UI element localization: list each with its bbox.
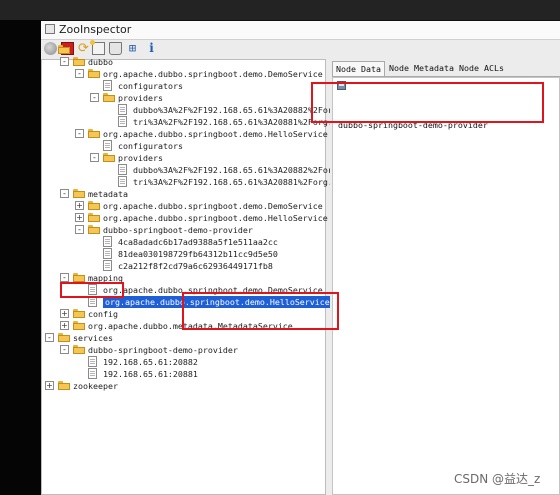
collapse-toggle-icon[interactable]: - — [75, 129, 84, 138]
delete-node-icon[interactable] — [109, 42, 122, 55]
tree-node-label[interactable]: c2a212f8f2cd79a6c62936449171fb8 — [118, 260, 273, 272]
folder-icon — [58, 333, 70, 342]
save-icon[interactable] — [337, 81, 346, 90]
folder-icon — [73, 321, 85, 330]
document-icon — [103, 248, 112, 259]
collapse-toggle-icon[interactable]: - — [60, 273, 69, 282]
collapse-toggle-icon[interactable]: - — [90, 153, 99, 162]
folder-icon — [88, 225, 100, 234]
refresh-icon[interactable]: ⟳ — [77, 42, 90, 55]
folder-icon — [73, 345, 85, 354]
tab-node-acls[interactable]: Node ACLs — [456, 61, 507, 76]
tree-node-label[interactable]: org.apache.dubbo.springboot.demo.HelloSe… — [103, 128, 328, 140]
tab-node-data[interactable]: Node Data — [332, 61, 385, 76]
document-icon — [88, 356, 97, 367]
tree-node-label[interactable]: dubbo-springboot-demo-provider — [103, 224, 253, 236]
folder-icon — [73, 273, 85, 282]
folder-icon — [58, 381, 70, 390]
expand-toggle-icon[interactable]: + — [45, 381, 54, 390]
expand-toggle-icon[interactable]: + — [75, 213, 84, 222]
tree-node-label[interactable]: dubbo%3A%2F%2F192.168.65.61%3A20882%2For… — [133, 104, 353, 116]
document-icon — [103, 236, 112, 247]
tree-node-label[interactable]: dubbo%3A%2F%2F192.168.65.61%3A20882%2For… — [133, 164, 353, 176]
document-icon — [118, 104, 127, 115]
window-title: ZooInspector — [59, 23, 132, 36]
folder-icon — [88, 69, 100, 78]
tree-node-label[interactable]: 192.168.65.61:20882 — [103, 356, 198, 368]
node-viewers-icon[interactable]: ⊞ — [126, 42, 139, 55]
app-icon — [45, 24, 55, 34]
tab-node-metadata[interactable]: Node Metadata — [386, 61, 457, 76]
document-icon — [88, 296, 97, 307]
document-icon — [118, 164, 127, 175]
tree-node-label[interactable]: metadata — [88, 188, 128, 200]
tree-node-label[interactable]: providers — [118, 92, 163, 104]
folder-icon — [58, 45, 70, 54]
znode-tree[interactable]: - dubbo - org.apache.dubbo.springboot.demo.… — [41, 45, 353, 495]
detail-tabs: Node Data Node Metadata Node ACLs — [332, 59, 560, 77]
expand-toggle-icon[interactable]: + — [60, 321, 69, 330]
tree-node-label[interactable]: dubbo-springboot-demo-provider — [88, 344, 238, 356]
tree-node-label[interactable]: configurators — [118, 140, 183, 152]
detail-pane: Node Data Node Metadata Node ACLs dubbo-… — [330, 59, 560, 495]
tree-node-label[interactable]: org.apache.dubbo.springboot.demo.DemoSer… — [103, 284, 323, 296]
tree-node-label[interactable]: org.apache.dubbo.springboot.demo.DemoSer… — [103, 200, 323, 212]
collapse-toggle-icon[interactable]: - — [45, 333, 54, 342]
tree-node-label[interactable]: services — [73, 332, 113, 344]
watermark-text: CSDN @益达_z — [454, 472, 541, 486]
tree-node-label[interactable]: org.apache.dubbo.metadata.MetadataServic… — [88, 320, 293, 332]
folder-icon — [88, 201, 100, 210]
tree-node-label[interactable]: tri%3A%2F%2F192.168.65.61%3A20881%2Forg.… — [133, 176, 353, 188]
add-node-icon[interactable] — [90, 40, 105, 55]
document-icon — [103, 80, 112, 91]
folder-icon — [103, 93, 115, 102]
document-icon — [103, 140, 112, 151]
folder-icon — [73, 57, 85, 66]
tree-node-label[interactable]: mapping — [88, 272, 123, 284]
folder-icon — [73, 309, 85, 318]
tree-node-label[interactable]: 4ca8adadc6b17ad9388a5f1e511aa2cc — [118, 236, 278, 248]
collapse-toggle-icon[interactable]: - — [75, 225, 84, 234]
tree-node-label[interactable]: 81dea030198729fb64312b11cc9d5e50 — [118, 248, 278, 260]
desktop-background — [0, 20, 41, 495]
node-data-value[interactable]: dubbo-springboot-demo-provider — [338, 120, 488, 130]
folder-icon — [88, 213, 100, 222]
document-icon — [103, 260, 112, 271]
folder-icon — [88, 129, 100, 138]
collapse-toggle-icon[interactable]: - — [60, 345, 69, 354]
collapse-toggle-icon[interactable]: - — [60, 57, 69, 66]
tree-node-label[interactable]: dubbo — [88, 56, 113, 68]
tree-node-label[interactable]: providers — [118, 152, 163, 164]
document-icon — [88, 284, 97, 295]
tree-node-label[interactable]: org.apache.dubbo.springboot.demo.HelloSe… — [103, 296, 332, 308]
connect-icon[interactable] — [44, 42, 57, 55]
tree-node-label[interactable]: config — [88, 308, 118, 320]
folder-icon — [73, 189, 85, 198]
expand-toggle-icon[interactable]: + — [60, 309, 69, 318]
about-icon[interactable]: i — [145, 42, 158, 55]
collapse-toggle-icon[interactable]: - — [60, 189, 69, 198]
tree-node-label[interactable]: org.apache.dubbo.springboot.demo.HelloSe… — [103, 212, 328, 224]
os-top-bar — [0, 0, 560, 20]
tree-node-label[interactable]: org.apache.dubbo.springboot.demo.DemoSer… — [103, 68, 323, 80]
tree-node-label[interactable]: configurators — [118, 80, 183, 92]
tree-node-label[interactable]: zookeeper — [73, 380, 118, 392]
node-data-panel: dubbo-springboot-demo-provider — [332, 77, 560, 495]
document-icon — [118, 176, 127, 187]
title-bar: ZooInspector — [41, 21, 560, 40]
document-icon — [118, 116, 127, 127]
tree-node-label[interactable]: tri%3A%2F%2F192.168.65.61%3A20881%2Forg.… — [133, 116, 353, 128]
collapse-toggle-icon[interactable]: - — [90, 93, 99, 102]
toolbar: ⟳ ⊞ i — [41, 40, 560, 58]
tree-node-label[interactable]: 192.168.65.61:20881 — [103, 368, 198, 380]
zooinspector-window: ZooInspector ⟳ ⊞ i - dubbo - org.apache.dubbo… — [41, 21, 560, 495]
collapse-toggle-icon[interactable]: - — [75, 69, 84, 78]
expand-toggle-icon[interactable]: + — [75, 201, 84, 210]
document-icon — [88, 368, 97, 379]
folder-icon — [103, 153, 115, 162]
